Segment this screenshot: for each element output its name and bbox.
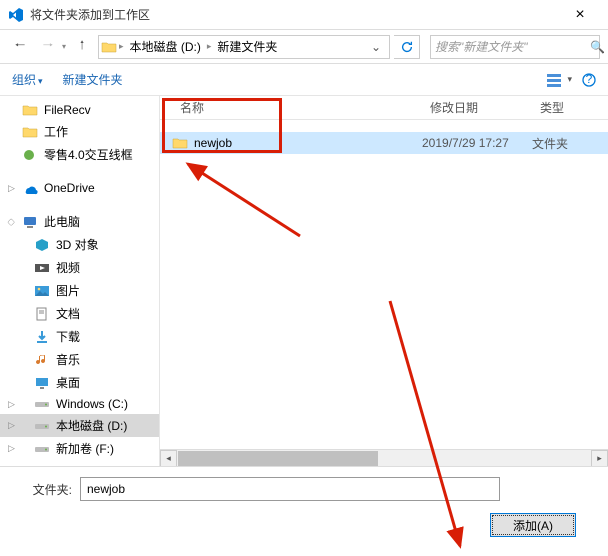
breadcrumb-segment[interactable]: 本地磁盘 (D:) xyxy=(126,36,205,57)
forward-button[interactable]: 🠒 xyxy=(36,35,60,59)
tree-item[interactable]: 图片 xyxy=(0,279,159,302)
search-input[interactable] xyxy=(435,40,590,54)
tree-item-label: 3D 对象 xyxy=(56,236,99,253)
dialog-footer: 文件夹: 添加(A) xyxy=(0,466,608,547)
3d-icon xyxy=(34,238,50,252)
file-rows[interactable]: newjob 2019/7/29 17:27文件夹 xyxy=(160,120,608,449)
drive-icon xyxy=(34,442,50,456)
history-dropdown-icon[interactable]: ▾ xyxy=(62,42,66,51)
tree-item[interactable]: 本地磁盘 (D:) xyxy=(0,414,159,437)
folder-icon xyxy=(172,136,188,150)
column-name[interactable]: 名称 xyxy=(172,99,422,116)
column-modified[interactable]: 修改日期 xyxy=(422,99,532,116)
tree-item[interactable]: 视频 xyxy=(0,256,159,279)
drive-icon xyxy=(34,419,50,433)
file-list-pane: 名称 修改日期 类型 newjob 2019/7/29 17:27文件夹 ◂ ▸ xyxy=(160,96,608,466)
tree-item[interactable]: 此电脑 xyxy=(0,210,159,233)
chevron-right-icon[interactable]: ▸ xyxy=(207,41,212,52)
pc-icon xyxy=(22,215,38,229)
tree-item[interactable]: 工作 xyxy=(0,120,159,143)
view-options-button[interactable]: ▾ xyxy=(547,73,572,87)
address-dropdown-icon[interactable]: ⌄ xyxy=(365,38,387,56)
file-name: newjob xyxy=(194,136,232,150)
window-title: 将文件夹添加到工作区 xyxy=(30,6,560,23)
tree-item[interactable]: 桌面 xyxy=(0,371,159,394)
content-area: FileRecv工作零售4.0交互线框OneDrive此电脑3D 对象视频图片文… xyxy=(0,96,608,466)
back-button[interactable]: 🠐 xyxy=(8,35,32,59)
svg-text:?: ? xyxy=(586,73,593,86)
docs-icon xyxy=(34,307,50,321)
video-icon xyxy=(34,261,50,275)
tree-item-label: OneDrive xyxy=(44,181,95,195)
scroll-track[interactable] xyxy=(177,450,591,467)
navigation-bar: 🠐 🠒 ▾ 🠑 ▸ 本地磁盘 (D:) ▸ 新建文件夹 ⌄ 🔍 xyxy=(0,30,608,64)
folder-tree[interactable]: FileRecv 工作零售4.0交互线框 OneDrive 此电脑 3D 对象视频图片文… xyxy=(0,96,160,466)
folder-icon xyxy=(101,40,117,54)
search-icon[interactable]: 🔍 xyxy=(590,40,605,54)
organize-button[interactable]: 组织▾ xyxy=(12,71,43,88)
titlebar: 将文件夹添加到工作区 × xyxy=(0,0,608,30)
pictures-icon xyxy=(34,284,50,298)
tree-item-label: 音乐 xyxy=(56,351,80,368)
file-row[interactable]: newjob 2019/7/29 17:27文件夹 xyxy=(160,132,608,154)
scroll-right-icon[interactable]: ▸ xyxy=(591,450,608,467)
scroll-left-icon[interactable]: ◂ xyxy=(160,450,177,467)
search-box[interactable]: 🔍 xyxy=(430,35,600,59)
tree-item[interactable]: 下载 xyxy=(0,325,159,348)
music-icon xyxy=(34,353,50,367)
refresh-button[interactable] xyxy=(394,35,420,59)
tree-item-label: 本地磁盘 (D:) xyxy=(56,417,127,434)
chevron-right-icon[interactable]: ▸ xyxy=(119,41,124,52)
green-dot-icon xyxy=(22,148,38,162)
onedrive-icon xyxy=(22,181,38,195)
tree-item-label: 桌面 xyxy=(56,374,80,391)
tree-item-label: 零售4.0交互线框 xyxy=(44,146,133,163)
horizontal-scrollbar[interactable]: ◂ ▸ xyxy=(160,449,608,466)
tree-item-label: 工作 xyxy=(44,123,68,140)
tree-item-label: 图片 xyxy=(56,282,80,299)
tree-item[interactable]: 文档 xyxy=(0,302,159,325)
toolbar: 组织▾ 新建文件夹 ▾ ? xyxy=(0,64,608,96)
downloads-icon xyxy=(34,330,50,344)
folder-icon xyxy=(22,125,38,139)
tree-item[interactable]: OneDrive xyxy=(0,178,159,198)
vscode-icon xyxy=(8,7,24,23)
tree-item-label: 新加卷 (F:) xyxy=(56,440,114,457)
file-modified: 2019/7/29 17:27 xyxy=(422,136,532,150)
folder-icon xyxy=(22,103,38,117)
tree-item-label: FileRecv xyxy=(44,103,91,117)
scroll-thumb[interactable] xyxy=(178,451,378,466)
column-headers: 名称 修改日期 类型 xyxy=(160,96,608,120)
tree-item[interactable]: 音乐 xyxy=(0,348,159,371)
tree-item[interactable]: Windows (C:) xyxy=(0,394,159,414)
tree-item[interactable]: 新加卷 (F:) xyxy=(0,437,159,460)
add-button[interactable]: 添加(A) xyxy=(490,513,576,537)
folder-field-label: 文件夹: xyxy=(12,481,72,498)
tree-item-label: Windows (C:) xyxy=(56,397,128,411)
tree-item[interactable]: 零售4.0交互线框 xyxy=(0,143,159,166)
breadcrumb-segment[interactable]: 新建文件夹 xyxy=(213,36,281,57)
desktop-icon xyxy=(34,376,50,390)
help-button[interactable]: ? xyxy=(582,73,596,87)
tree-item[interactable]: FileRecv xyxy=(0,100,159,120)
tree-item-label: 视频 xyxy=(56,259,80,276)
folder-name-input[interactable] xyxy=(80,477,500,501)
tree-item-label: 下载 xyxy=(56,328,80,345)
drive-icon xyxy=(34,397,50,411)
tree-item-label: 此电脑 xyxy=(44,213,80,230)
tree-item[interactable]: 3D 对象 xyxy=(0,233,159,256)
new-folder-button[interactable]: 新建文件夹 xyxy=(63,71,123,88)
close-icon[interactable]: × xyxy=(560,6,600,24)
file-type: 文件夹 xyxy=(532,135,608,152)
column-type[interactable]: 类型 xyxy=(532,99,608,116)
address-bar[interactable]: ▸ 本地磁盘 (D:) ▸ 新建文件夹 ⌄ xyxy=(98,35,390,59)
tree-item-label: 文档 xyxy=(56,305,80,322)
up-button[interactable]: 🠑 xyxy=(70,35,94,59)
